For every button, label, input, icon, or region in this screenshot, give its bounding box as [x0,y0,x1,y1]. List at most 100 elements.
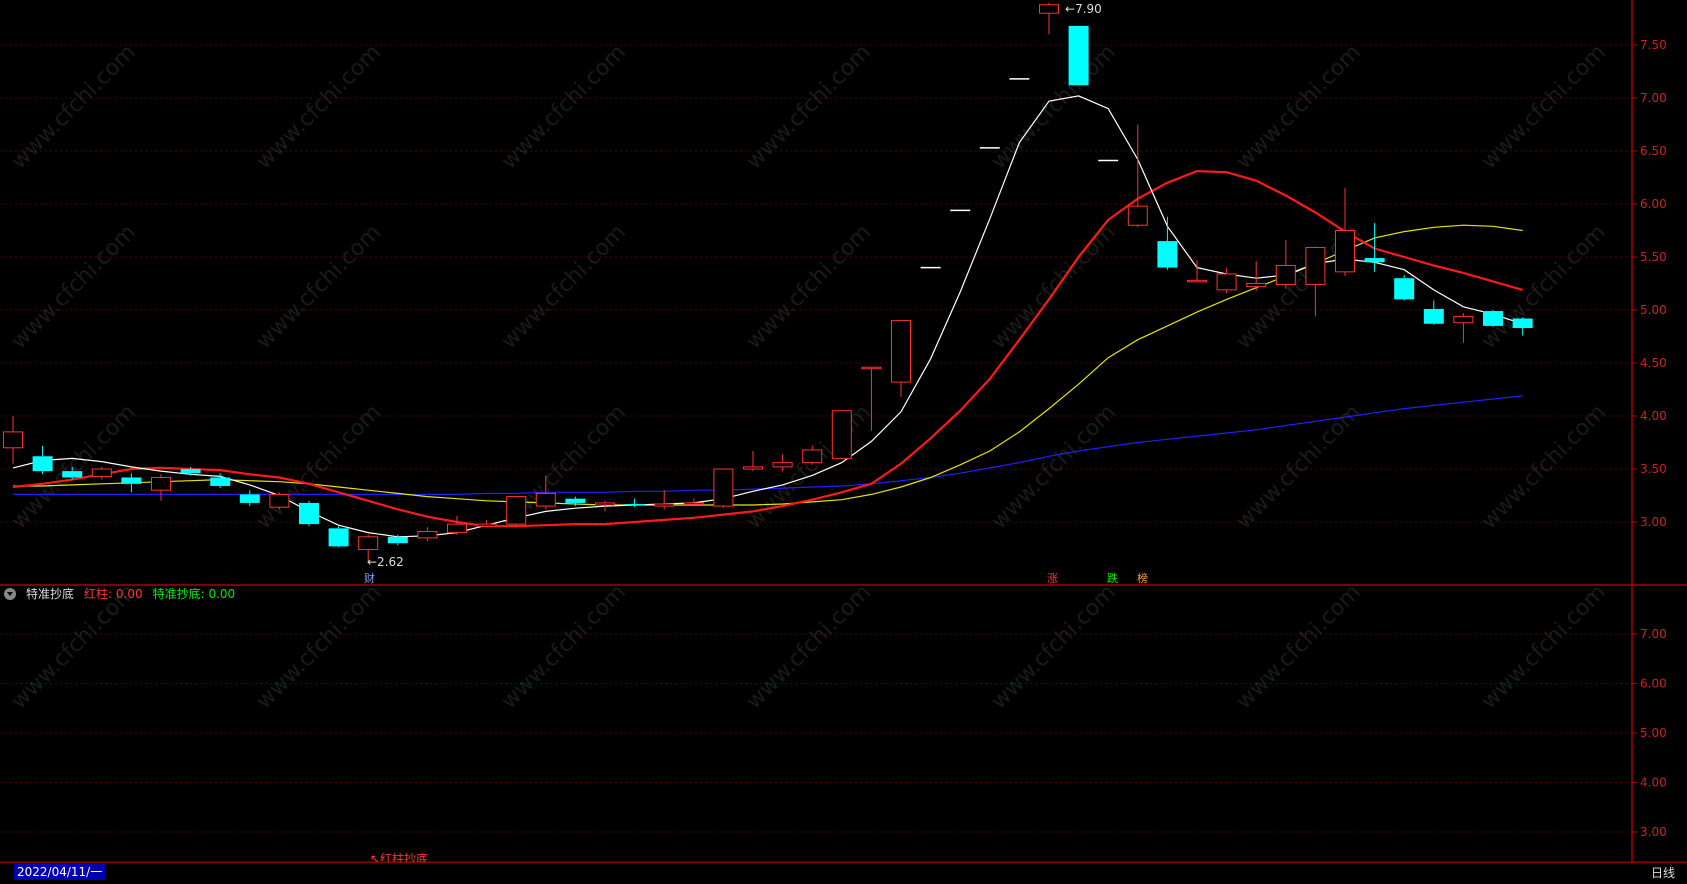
indicator-name[interactable]: 特准抄底 [26,585,74,602]
candle-body [1216,273,1237,291]
candle [32,445,53,475]
candle-body [1187,279,1207,283]
marker-cai[interactable]: 财 [362,572,377,585]
candle [3,416,23,464]
candle-body [506,496,527,525]
chart-root[interactable]: www.cfchi.com www.cfchi.com www.cfchi.com w… [0,0,1687,883]
candle [121,473,142,493]
candle-body [1068,25,1089,86]
candle-body [1423,308,1444,324]
candle [654,490,675,510]
candle [417,527,438,542]
collapse-toggle-icon[interactable] [4,587,16,600]
candle [831,410,852,459]
watermark-text: www.cfchi.com [497,220,631,354]
price-axis: 7.50 7.00 6.50 6.00 5.50 5.00 4.50 4.00 3.50 3.00 [1632,38,1667,529]
period-label[interactable]: 日线 [1651,864,1675,881]
watermark-text: www.cfchi.com [987,40,1121,174]
candle [151,474,171,501]
candle-body [1246,283,1267,288]
watermark-text: www.cfchi.com [987,220,1121,354]
candle [1423,300,1444,325]
candle [1335,188,1355,277]
candle-body [1512,318,1533,329]
watermarks: www.cfchi.com www.cfchi.com www.cfchi.com w… [7,40,1611,714]
candle [91,466,112,480]
candle-body [1335,230,1355,273]
candle [506,496,527,527]
price-tick-label: 3.00 [1640,515,1667,529]
watermark-text: www.cfchi.com [1477,40,1611,174]
indicator-red-value: 红柱: 0.00 [84,587,143,601]
watermark-text: www.cfchi.com [987,400,1121,534]
candle [1246,261,1267,291]
watermark-text: www.cfchi.com [742,220,876,354]
candle [1216,267,1237,294]
candle-body [831,410,852,459]
candle-body [1305,246,1326,286]
watermark-text: www.cfchi.com [252,580,386,714]
watermark-text: www.cfchi.com [7,400,141,534]
price-tick-label: 5.50 [1640,250,1667,264]
watermark-text: www.cfchi.com [1477,580,1611,714]
candle-body [535,492,556,507]
candle-body [121,477,142,484]
indicator-tick-label: 3.00 [1640,825,1667,839]
high-arrow-icon: ← [1065,2,1076,16]
indicator-tick-label: 5.00 [1640,726,1667,740]
price-tick-label: 7.50 [1640,38,1667,52]
indicator-tick-label: 7.00 [1640,627,1667,641]
candle-body [269,493,290,508]
price-tick-label: 7.00 [1640,91,1667,105]
candle-body [1157,241,1178,268]
candle-body [1275,264,1296,286]
low-price-label: ←2.62 [367,555,404,569]
candle [328,526,349,548]
candle [1453,313,1474,343]
indicator-header: 特准抄底 红柱: 0.00 特准抄底: 0.00 [4,585,235,602]
candle-body [210,477,231,486]
candle [239,490,260,507]
candle-body [91,468,112,477]
candle-body [1127,205,1148,226]
grid-lines [0,44,1632,833]
indicator-tick-label: 6.00 [1640,677,1667,691]
watermark-text: www.cfchi.com [252,40,386,174]
watermark-text: www.cfchi.com [252,220,386,354]
candle-body [1483,311,1503,326]
watermark-text: www.cfchi.com [1232,580,1366,714]
candle [1039,2,1059,35]
candle-body [447,523,467,534]
candle-body [62,471,83,478]
candle [269,492,290,510]
watermark-text: www.cfchi.com [742,40,876,174]
watermark-text: www.cfchi.com [7,40,141,174]
candle-body [3,431,23,449]
marker-die[interactable]: 跌 [1105,572,1120,585]
candle-body [180,469,201,474]
candle [743,450,763,472]
watermark-text: www.cfchi.com [987,580,1121,714]
marker-bang[interactable]: 榜 [1135,572,1150,585]
candle-body [713,468,734,507]
watermark-text: www.cfchi.com [1477,220,1611,354]
price-tick-label: 3.50 [1640,462,1667,476]
candle-body [417,531,438,539]
watermark-text: www.cfchi.com [497,580,631,714]
candle-body [743,466,763,470]
marker-zhang[interactable]: 涨 [1045,572,1060,585]
date-label[interactable]: 2022/04/11/一 [14,864,106,880]
watermark-text: www.cfchi.com [1477,400,1611,534]
candle-body [861,366,882,370]
candle [891,320,911,397]
candle-body [328,528,349,547]
candle [1275,240,1296,289]
watermark-text: www.cfchi.com [7,220,141,354]
candle-body [1039,4,1059,14]
indicator-tick-label: 4.00 [1640,776,1667,790]
candle [624,498,645,508]
price-tick-label: 5.00 [1640,303,1667,317]
price-tick-label: 6.50 [1640,144,1667,158]
candle-body [1364,258,1385,263]
candle-body [565,498,586,503]
